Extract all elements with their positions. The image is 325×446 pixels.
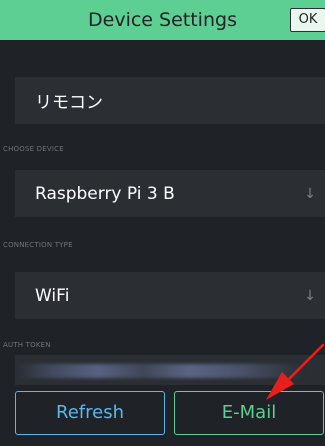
arrow-down-icon: ↓ bbox=[304, 185, 316, 202]
page-title: Device Settings bbox=[88, 9, 237, 31]
ok-button[interactable]: OK bbox=[290, 8, 325, 32]
connection-type-select[interactable]: WiFi ↓ bbox=[15, 272, 325, 319]
project-name-field[interactable]: リモコン bbox=[15, 77, 325, 124]
refresh-button[interactable]: Refresh bbox=[15, 391, 165, 435]
auth-token-redacted bbox=[18, 364, 303, 378]
connection-type-value: WiFi bbox=[35, 285, 70, 306]
email-button[interactable]: E-Mail bbox=[174, 391, 324, 435]
arrow-down-icon: ↓ bbox=[304, 287, 316, 304]
connection-type-label: CONNECTION TYPE bbox=[3, 241, 73, 249]
device-select[interactable]: Raspberry Pi 3 B ↓ bbox=[15, 170, 325, 217]
choose-device-label: CHOOSE DEVICE bbox=[3, 145, 64, 153]
device-settings-screen: Device Settings OK リモコン CHOOSE DEVICE Ra… bbox=[0, 0, 325, 446]
auth-token-label: AUTH TOKEN bbox=[3, 341, 51, 349]
header-bar: Device Settings OK bbox=[0, 0, 325, 40]
device-value: Raspberry Pi 3 B bbox=[35, 183, 175, 204]
project-name-value: リモコン bbox=[35, 93, 103, 113]
